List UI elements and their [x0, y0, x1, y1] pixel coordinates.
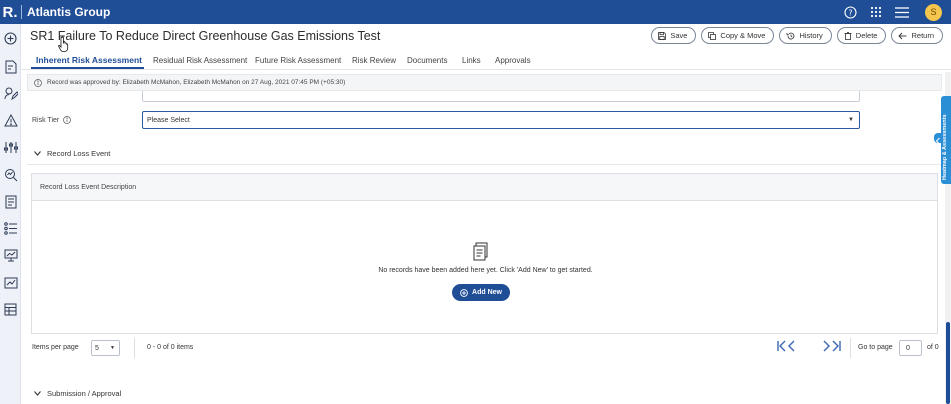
risk-tier-label: Risk Tier: [32, 116, 72, 124]
item-count: 0 - 0 of 0 items: [147, 344, 194, 351]
history-icon: [786, 32, 795, 40]
heatmap-assessments-tab[interactable]: Heatmap & Assessments: [941, 96, 951, 184]
help-icon[interactable]: ?: [837, 0, 863, 24]
user-avatar[interactable]: S: [925, 3, 942, 21]
first-page-button[interactable]: [777, 340, 786, 352]
delete-label: Delete: [855, 31, 878, 40]
copy-move-label: Copy & Move: [720, 31, 766, 40]
empty-records-icon: [472, 242, 490, 267]
document-add-icon[interactable]: [3, 59, 18, 74]
record-actions: Save Copy & Move History Delete Return: [651, 27, 943, 44]
scrollbar-thumb[interactable]: [946, 322, 950, 404]
submission-approval-header[interactable]: Submission / Approval: [34, 389, 121, 398]
risk-tier-label-text: Risk Tier: [32, 116, 60, 124]
return-label: Return: [911, 31, 934, 40]
submission-approval-label: Submission / Approval: [47, 389, 122, 398]
page-number-input[interactable]: 0: [899, 340, 922, 356]
plus-circle-icon: [460, 288, 468, 297]
risk-tier-select[interactable]: Please Select ▼: [142, 111, 860, 129]
save-button[interactable]: Save: [651, 27, 697, 44]
tab-residual-risk-assessment[interactable]: Residual Risk Assessment: [153, 56, 247, 65]
checklist-icon[interactable]: [3, 221, 18, 236]
previous-page-button[interactable]: [788, 340, 795, 352]
tab-documents[interactable]: Documents: [407, 56, 447, 65]
user-edit-icon[interactable]: [3, 86, 18, 101]
pager-divider: [134, 338, 135, 358]
add-new-label: Add New: [472, 289, 502, 296]
save-label: Save: [670, 31, 688, 40]
plus-circle-icon[interactable]: [3, 31, 18, 46]
trend-icon[interactable]: [3, 275, 18, 290]
history-button[interactable]: History: [779, 27, 832, 44]
heatmap-assessments-label: Heatmap & Assessments: [942, 114, 948, 180]
grid-pager: Items per page 5 ▼ 0 - 0 of 0 items Go t…: [31, 338, 941, 358]
report-icon[interactable]: [3, 194, 18, 209]
approval-text: Record was approved by: Elizabeth McMaho…: [47, 79, 346, 86]
app-logo[interactable]: R.: [0, 0, 20, 24]
svg-text:?: ?: [848, 8, 852, 17]
previous-field[interactable]: [142, 91, 860, 102]
info-icon[interactable]: [63, 116, 72, 124]
left-nav-rail: [0, 24, 21, 404]
warning-icon[interactable]: [3, 113, 18, 128]
table-icon[interactable]: [3, 302, 18, 317]
hand-cursor-icon: [58, 36, 71, 57]
add-new-button[interactable]: Add New: [452, 284, 510, 301]
last-page-button[interactable]: [832, 340, 841, 352]
return-button[interactable]: Return: [891, 27, 943, 44]
pager-divider: [850, 338, 851, 358]
page-size-select[interactable]: 5 ▼: [91, 340, 120, 356]
top-bar: R. Atlantis Group ? S: [0, 0, 951, 24]
copy-move-button[interactable]: Copy & Move: [701, 27, 775, 44]
loss-event-grid: Record Loss Event Description No records…: [31, 173, 938, 334]
info-icon: [34, 78, 42, 87]
menu-icon[interactable]: [889, 0, 915, 24]
page-size-value: 5: [95, 344, 99, 352]
copy-icon: [708, 31, 717, 40]
trash-icon: [844, 31, 852, 40]
search-chart-icon[interactable]: [3, 167, 18, 182]
record-loss-event-header[interactable]: Record Loss Event: [34, 149, 110, 158]
caret-down-icon: ▼: [110, 345, 115, 351]
apps-grid-icon[interactable]: [863, 0, 889, 24]
tab-inherent-risk-assessment[interactable]: Inherent Risk Assessment: [36, 55, 142, 65]
return-icon: [898, 32, 907, 40]
record-header: SR1 Failure To Reduce Direct Greenhouse …: [21, 24, 951, 49]
sliders-icon[interactable]: [3, 140, 18, 155]
items-per-page-label: Items per page: [32, 344, 79, 351]
record-loss-event-label: Record Loss Event: [47, 149, 111, 158]
page-total: of 0: [927, 344, 939, 351]
tab-approvals[interactable]: Approvals: [495, 56, 531, 65]
next-page-button[interactable]: [823, 340, 830, 352]
section-divider: [27, 164, 942, 165]
approval-banner: Record was approved by: Elizabeth McMaho…: [27, 74, 942, 91]
caret-down-icon: ▼: [848, 117, 854, 123]
top-bar-actions: ? S: [837, 0, 951, 24]
tab-links[interactable]: Links: [462, 56, 481, 65]
tab-risk-review[interactable]: Risk Review: [352, 56, 396, 65]
record-title[interactable]: SR1 Failure To Reduce Direct Greenhouse …: [30, 29, 380, 43]
org-name: Atlantis Group: [27, 5, 111, 19]
chevron-down-icon: [34, 151, 41, 156]
history-label: History: [799, 31, 823, 40]
risk-tier-value: Please Select: [147, 116, 190, 124]
delete-button[interactable]: Delete: [836, 27, 887, 44]
logo-divider: [21, 5, 22, 19]
monitor-icon[interactable]: [3, 248, 18, 263]
save-icon: [658, 31, 667, 40]
tab-future-risk-assessment[interactable]: Future Risk Assessment: [255, 56, 341, 65]
empty-state-message: No records have been added here yet. Cli…: [378, 267, 593, 274]
grid-column-header[interactable]: Record Loss Event Description: [32, 174, 937, 201]
chevron-down-icon: [34, 391, 41, 396]
active-tab-indicator: [31, 67, 144, 69]
record-tabs: Inherent Risk Assessment Residual Risk A…: [21, 50, 951, 70]
go-to-page-label: Go to page: [858, 344, 893, 351]
